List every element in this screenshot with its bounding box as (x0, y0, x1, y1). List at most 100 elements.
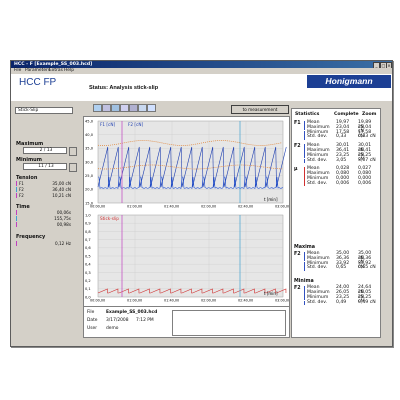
top-y-ticks: 45,040,035,030,025,020,015,0 (85, 119, 94, 205)
marker-bar (16, 187, 17, 192)
x-tick-label: 01:00,00 (127, 299, 142, 303)
stat-complete: 0,006 (336, 180, 350, 186)
stat-complete: 3,05 (336, 157, 347, 163)
stat-row: Std. dev. 0,49 0,49 cN (292, 299, 378, 306)
print-icon[interactable] (111, 104, 120, 112)
stat-complete: 0,65 (336, 265, 347, 271)
y-tick-label: 0,8 (85, 230, 91, 234)
top-x-ticks: 00:00,00 01:00,00 01:40,00 02:00,00 02:40,00… (90, 205, 290, 209)
statistics-title: Statistics (295, 112, 320, 117)
date-value: 3/17/2008 (106, 318, 129, 323)
top-x-unit: t [min] (264, 197, 278, 202)
tension-value: 36,40 cN (52, 187, 71, 192)
y-tick-label: 1,0 (85, 213, 91, 217)
chart-pane[interactable]: 45,0 40,0 35,0 30,0 25,0 20,0 15,0 00:00,00 01:… (83, 116, 290, 308)
status-line: Status: Analysis stick-slip (89, 85, 158, 91)
zoom-icon[interactable] (93, 104, 102, 112)
y-tick-label: 30,0 (85, 160, 94, 164)
y-tick-label: 0,2 (85, 279, 91, 283)
time-row: 00,98s (15, 222, 73, 227)
x-tick-label: 01:40,00 (164, 299, 179, 303)
reset-icon[interactable] (147, 104, 156, 112)
status-label: Status: (89, 85, 108, 91)
stat-zoom: 0,65 cN (358, 265, 376, 271)
y-tick-label: 25,0 (85, 174, 94, 178)
x-tick-label: 02:40,00 (238, 205, 253, 209)
minima-title: Minima (294, 279, 314, 285)
stat-row: Std. dev. 3,05 3,07 cN (292, 157, 378, 164)
export-icon[interactable] (120, 104, 129, 112)
statistics-panel: Statistics Complete Zoom F1 Mean 19,97 19,8… (291, 108, 381, 338)
stat-label: Std. dev. (307, 299, 328, 305)
honigmann-logo: Honigmann (307, 75, 391, 88)
chart-svg[interactable]: 45,040,035,030,025,020,015,0 00:00,00 01:… (84, 117, 290, 307)
time-row: 00,06s (15, 210, 73, 215)
y-tick-label: 0,7 (85, 238, 91, 242)
notes-field[interactable] (172, 310, 286, 336)
marker-bar (16, 241, 17, 246)
window-title: HCC - F [Example_SS_003.hcd] (14, 62, 93, 67)
marker-bar (16, 210, 17, 215)
maxima-title: Maxima (294, 245, 315, 250)
tension-row: F2 10,21 cN (15, 193, 73, 198)
stat-label: Std. dev. (307, 157, 328, 163)
y-tick-label: 0,6 (85, 246, 91, 250)
marker-bar (16, 216, 17, 221)
x-tick-label: 03:00,00 (275, 299, 289, 303)
y-tick-label: 45,0 (85, 119, 94, 123)
stat-row: Std. dev. 0,33 0,33 cN (292, 135, 378, 140)
stat-label: Std. dev. (307, 134, 328, 140)
tension-value: 10,21 cN (52, 193, 71, 198)
tension-row: F1 35,00 cN (15, 181, 73, 186)
stat-label: Std. dev. (307, 180, 328, 186)
header-band: Honigmann (11, 74, 392, 101)
status-value: Analysis stick-slip (109, 85, 159, 91)
minimum-stepper[interactable] (69, 163, 77, 172)
stat-zoom: 3,07 cN (358, 157, 376, 163)
time-value: 7:12 PM (136, 318, 154, 323)
x-tick-label: 01:40,00 (164, 205, 179, 209)
mode-field[interactable]: Stick-Slip (15, 107, 73, 114)
user-value: demo (106, 326, 119, 331)
frequency-value: 0,12 Hz (54, 241, 71, 246)
y-tick-label: 0,1 (85, 287, 91, 291)
maximum-stepper[interactable] (69, 147, 77, 156)
frequency-row: 0,12 Hz (15, 241, 73, 246)
title-bar[interactable]: HCC - F [Example_SS_003.hcd] _ □ × (11, 61, 392, 69)
frequency-label: Frequency (16, 234, 46, 240)
x-tick-label: 02:00,00 (201, 205, 216, 209)
time-value: 00,06s (56, 210, 71, 215)
tension-row: F2 36,40 cN (15, 187, 73, 192)
logo-text: Honigmann (325, 76, 373, 86)
settings-icon[interactable] (129, 104, 138, 112)
pan-icon[interactable] (102, 104, 111, 112)
marker-icon[interactable] (138, 104, 147, 112)
stat-zoom: 0,33 cN (358, 134, 376, 140)
time-value: 00,98s (56, 222, 71, 227)
maximum-field[interactable]: 2 / 13 (23, 147, 67, 154)
minimum-field[interactable]: 11 / 13 (23, 163, 67, 170)
file-value: Example_SS_003.hcd (106, 310, 158, 315)
stat-complete: 0,33 (336, 134, 347, 140)
y-tick-label: 0,5 (85, 254, 91, 258)
marker-bar (16, 181, 17, 186)
stick-slip-label: Stick-slip (100, 216, 119, 221)
x-tick-label: 03:00,00 (275, 205, 289, 209)
file-info-panel: File Example_SS_003.hcd Date 3/17/2008 7… (83, 306, 290, 338)
stat-row: Std. dev. 0,65 0,65 cN (292, 266, 378, 271)
f2-label: F2 [cN] (128, 122, 143, 127)
tension-icon: F1 (19, 181, 24, 186)
tension-icon: F2 (19, 193, 24, 198)
y-tick-label: 40,0 (85, 133, 94, 137)
x-tick-label: 01:00,00 (127, 205, 142, 209)
stat-label: Std. dev. (307, 265, 328, 271)
bottom-x-ticks: 00:00,00 01:00,00 01:40,00 02:00,00 02:40,00… (90, 299, 290, 303)
y-tick-label: 35,0 (85, 147, 94, 151)
stat-zoom: 0,006 (358, 180, 372, 186)
col-complete-header: Complete (334, 112, 359, 117)
to-measurement-button[interactable]: to measurement (231, 105, 289, 114)
date-label: Date (87, 318, 98, 323)
x-tick-label: 00:00,00 (90, 205, 105, 209)
x-tick-label: 02:00,00 (201, 299, 216, 303)
x-tick-label: 00:00,00 (90, 299, 105, 303)
